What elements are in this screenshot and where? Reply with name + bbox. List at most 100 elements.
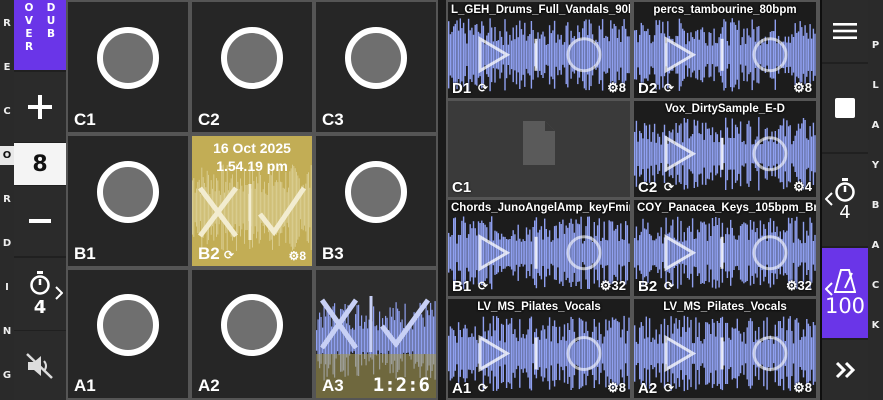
record-pad-b1[interactable]: B1 — [68, 136, 188, 266]
recording-strip-letter: O — [0, 146, 14, 165]
sample-pad-b1[interactable]: Chords_JunoAngelAmp_keyFmin_125bpm ⟳ ⚙32 B1 — [448, 200, 630, 296]
stopwatch-icon — [835, 177, 855, 202]
playback-position: 1:2:6 — [372, 374, 430, 396]
pad-label: D2 — [638, 80, 658, 97]
loop-icon: ⟳ — [664, 81, 675, 95]
record-pad-grid: C1 C2 C3 B1 B2 16 Oct 2025 1.54.19 pm ⟳ ⚙8 B3 A1 A2… — [66, 0, 438, 400]
count-icon: ⚙ — [607, 380, 619, 395]
playback-strip-letter: C — [871, 280, 880, 291]
control-panel: 4 100 — [822, 0, 868, 400]
menu-button[interactable] — [822, 0, 868, 62]
sample-pad-c2[interactable]: Vox_DirtySample_E-D ⟳ ⚙4 C2 — [634, 101, 816, 197]
loop-count-value[interactable]: 8 — [14, 143, 66, 185]
recording-strip-letter: R — [3, 194, 11, 205]
metronome-icon — [834, 269, 856, 293]
playback-strip-letter: A — [871, 240, 880, 251]
record-pad-a1[interactable]: A1 — [68, 270, 188, 398]
recording-strip: R E C O R D I N G — [0, 0, 14, 400]
loop-icon: ⟳ — [664, 279, 675, 293]
record-pad-c1[interactable]: C1 — [68, 2, 188, 132]
sample-title: LV_MS_Pilates_Vocals — [477, 301, 601, 313]
sample-pad-d2[interactable]: percs_tambourine_80bpm ⟳ ⚙8 D2 — [634, 2, 816, 98]
playback-strip-letter: P — [871, 40, 880, 51]
loop-count: ⚙8 — [607, 380, 626, 396]
loop-icon: ⟳ — [224, 248, 235, 262]
playback-strip: P L A Y B A C K — [868, 0, 883, 400]
count-icon: ⚙ — [793, 380, 805, 395]
sample-pad-b2[interactable]: COY_Panacea_Keys_105bpm_Bm ⟳ ⚙32 B2 — [634, 200, 816, 296]
pad-label: C2 — [638, 179, 658, 196]
record-icon — [97, 161, 159, 223]
count-value: 8 — [618, 80, 626, 95]
loop-icon: ⟳ — [478, 279, 489, 293]
playback-timer-button[interactable]: 4 — [822, 154, 868, 246]
playback-strip-letter: K — [871, 320, 880, 331]
pad-label: C2 — [198, 110, 220, 129]
stop-button[interactable] — [822, 64, 868, 152]
chevron-left-icon — [825, 282, 833, 296]
grid-divider — [438, 0, 446, 400]
count-icon: ⚙ — [785, 278, 798, 293]
overdub-toggle[interactable]: OVER DUB — [14, 0, 66, 70]
recording-strip-letter: C — [3, 106, 11, 117]
tempo-button[interactable]: 100 — [822, 248, 868, 338]
loop-count: ⚙32 — [600, 278, 626, 294]
overdub-letter: O — [24, 2, 34, 14]
stopwatch-icon — [30, 270, 50, 295]
hamburger-menu-icon — [833, 23, 857, 39]
tempo-value: 100 — [824, 294, 866, 318]
chevron-left-icon — [825, 192, 833, 206]
sample-title: Vox_DirtySample_E-D — [665, 103, 785, 115]
sample-title: L_GEH_Drums_Full_Vandals_90bpm — [451, 4, 630, 16]
record-pad-b2[interactable]: B2 16 Oct 2025 1.54.19 pm ⟳ ⚙8 — [192, 136, 312, 266]
pad-label: B3 — [322, 244, 344, 263]
overdub-letter: R — [24, 41, 34, 53]
sample-title: Chords_JunoAngelAmp_keyFmin_125bpm — [451, 202, 630, 214]
recording-strip-letter: E — [3, 62, 11, 73]
recording-strip-letter: D — [2, 238, 12, 249]
pad-label: B1 — [452, 278, 472, 295]
record-timer-button[interactable]: 4 — [14, 258, 66, 330]
loop-icon: ⟳ — [478, 381, 489, 395]
sample-pad-c1[interactable]: C1 — [448, 101, 630, 197]
count-value: 4 — [804, 179, 812, 194]
pad-label: D1 — [452, 80, 472, 97]
overdub-letter: B — [46, 28, 55, 40]
pad-label: A3 — [322, 376, 344, 395]
decrease-count-button[interactable] — [14, 186, 66, 256]
record-pad-a3[interactable]: A3 1:2:6 — [316, 270, 436, 398]
sample-pad-a2[interactable]: LV_MS_Pilates_Vocals ⟳ ⚙8 A2 — [634, 299, 816, 398]
pad-label: B1 — [74, 244, 96, 263]
record-icon — [221, 27, 283, 89]
count-value: 32 — [797, 278, 812, 293]
forward-button[interactable] — [822, 340, 868, 400]
overdub-letter: E — [25, 28, 33, 40]
loop-icon: ⟳ — [664, 381, 675, 395]
record-pad-a2[interactable]: A2 — [192, 270, 312, 398]
loop-icon: ⟳ — [664, 180, 675, 194]
loop-count: ⚙4 — [793, 179, 812, 195]
recorder-panel: OVER DUB 8 4 — [14, 0, 66, 400]
playback-strip-letter: A — [871, 120, 880, 131]
sample-title: COY_Panacea_Keys_105bpm_Bm — [637, 202, 816, 214]
recording-strip-letter: N — [2, 326, 12, 337]
record-pad-b3[interactable]: B3 — [316, 136, 436, 266]
record-pad-c3[interactable]: C3 — [316, 2, 436, 132]
record-icon — [345, 161, 407, 223]
sample-pad-a1[interactable]: LV_MS_Pilates_Vocals ⟳ ⚙8 A1 — [448, 299, 630, 398]
overdub-letter: D — [46, 2, 56, 14]
mute-input-button[interactable] — [14, 331, 66, 400]
sample-pad-d1[interactable]: L_GEH_Drums_Full_Vandals_90bpm ⟳ ⚙8 D1 — [448, 2, 630, 98]
sample-title: LV_MS_Pilates_Vocals — [663, 301, 787, 313]
pad-label: B2 — [638, 278, 658, 295]
count-icon: ⚙ — [793, 179, 805, 194]
increase-count-button[interactable] — [14, 72, 66, 142]
plus-icon — [28, 95, 52, 119]
speaker-muted-icon — [26, 352, 53, 379]
record-icon — [345, 27, 407, 89]
clip-date: 16 Oct 2025 — [213, 140, 291, 156]
pad-label: B2 — [198, 244, 220, 263]
record-pad-c2[interactable]: C2 — [192, 2, 312, 132]
clip-time: 1.54.19 pm — [216, 158, 288, 174]
recording-strip-letter: G — [2, 370, 12, 381]
